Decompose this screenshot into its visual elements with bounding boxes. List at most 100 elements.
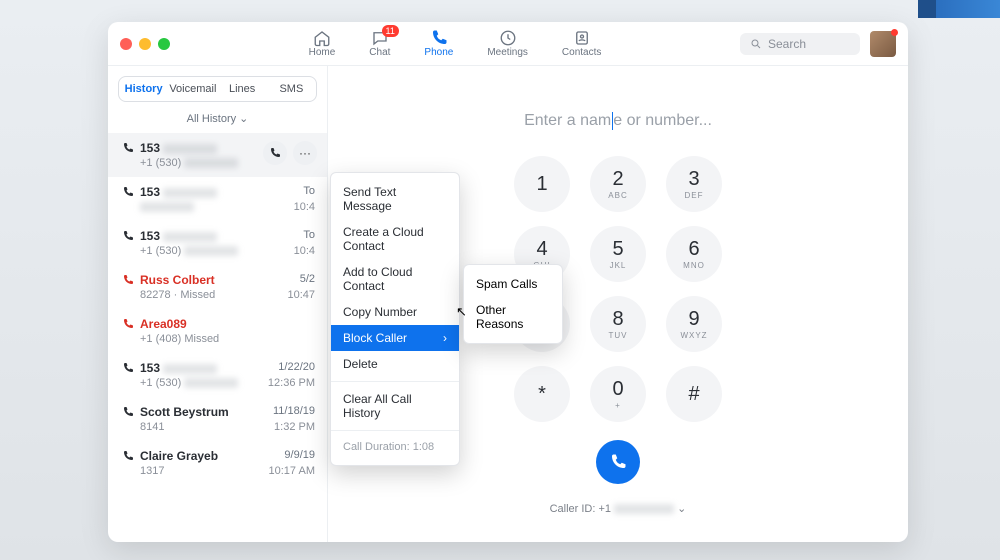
search-input[interactable]: Search [740, 33, 860, 55]
keypad-key-*[interactable]: * [514, 366, 570, 422]
menu-item[interactable]: Copy Number [331, 299, 459, 325]
keypad-key-5[interactable]: 5JKL [590, 226, 646, 282]
call-direction-icon [122, 274, 134, 286]
chat-icon: 11 [371, 29, 389, 47]
titlebar: Home 11 Chat Phone Meetings Contacts [108, 22, 908, 66]
nav-meetings-label: Meetings [487, 47, 528, 58]
call-date: To [303, 229, 315, 241]
call-back-button[interactable] [263, 141, 287, 165]
caller-number [140, 201, 315, 213]
caller-number: +1 (530) [140, 245, 315, 257]
more-options-button[interactable]: ··· [293, 141, 317, 165]
clock-icon [499, 29, 517, 47]
home-icon [313, 29, 331, 47]
keypad-key-9[interactable]: 9WXYZ [666, 296, 722, 352]
call-history-row[interactable]: 153 +1 (530) To 10:4 [108, 221, 327, 265]
window-controls [120, 38, 170, 50]
call-history-row[interactable]: Claire Grayeb13179/9/1910:17 AM [108, 441, 327, 485]
call-direction-icon [122, 406, 134, 418]
tab-lines[interactable]: Lines [218, 77, 267, 101]
context-menu: Send Text MessageCreate a Cloud ContactA… [330, 172, 460, 466]
search-placeholder: Search [768, 37, 806, 51]
chevron-right-icon: › [443, 331, 447, 345]
call-date: 11/18/19 [273, 405, 315, 417]
call-history-row[interactable]: Russ Colbert82278 · Missed5/210:47 [108, 265, 327, 309]
nav-home[interactable]: Home [309, 29, 336, 58]
tab-sms[interactable]: SMS [267, 77, 316, 101]
menu-item[interactable]: Create a Cloud Contact [331, 219, 459, 259]
keypad-key-0[interactable]: 0+ [590, 366, 646, 422]
call-date: 9/9/19 [284, 449, 315, 461]
keypad-key-6[interactable]: 6MNO [666, 226, 722, 282]
submenu-item[interactable]: Other Reasons [464, 297, 562, 337]
profile-avatar[interactable] [870, 31, 896, 57]
call-direction-icon [122, 142, 134, 154]
nav-meetings[interactable]: Meetings [487, 29, 528, 58]
call-time: 12:36 PM [268, 377, 315, 389]
caller-name: Area089 [140, 317, 187, 331]
caller-name: Scott Beystrum [140, 405, 229, 419]
call-time: 10:4 [294, 245, 315, 257]
call-direction-icon [122, 450, 134, 462]
tab-history[interactable]: History [119, 77, 168, 101]
history-filter[interactable]: All History ⌄ [108, 112, 327, 125]
call-time: 10:4 [294, 201, 315, 213]
block-caller-submenu: Spam CallsOther Reasons [463, 264, 563, 344]
menu-item-clear-history[interactable]: Clear All Call History [331, 386, 459, 426]
nav-phone-label: Phone [424, 47, 453, 58]
keypad-key-2[interactable]: 2ABC [590, 156, 646, 212]
caller-name: 153 [140, 141, 217, 155]
call-date: 1/22/20 [278, 361, 315, 373]
top-nav: Home 11 Chat Phone Meetings Contacts [170, 29, 740, 58]
menu-item[interactable]: Block Caller› [331, 325, 459, 351]
caller-name: Russ Colbert [140, 273, 215, 287]
phone-icon [609, 453, 627, 471]
nav-phone[interactable]: Phone [424, 29, 453, 58]
call-duration-label: Call Duration: 1:08 [331, 435, 459, 459]
nav-contacts[interactable]: Contacts [562, 29, 601, 58]
left-panel: History Voicemail Lines SMS All History … [108, 66, 328, 542]
nav-home-label: Home [309, 47, 336, 58]
minimize-window-button[interactable] [139, 38, 151, 50]
caller-name: Claire Grayeb [140, 449, 218, 463]
caller-name: 153 [140, 229, 217, 243]
menu-item[interactable]: Delete [331, 351, 459, 377]
call-time: 1:32 PM [274, 421, 315, 433]
nav-contacts-label: Contacts [562, 47, 601, 58]
call-history-row[interactable]: 153 +1 (530) ··· [108, 133, 327, 177]
tab-voicemail[interactable]: Voicemail [168, 77, 217, 101]
dial-input[interactable]: Enter a name or number... [524, 112, 712, 130]
caller-name: 153 [140, 361, 217, 375]
phone-icon [430, 29, 448, 47]
keypad-key-8[interactable]: 8TUV [590, 296, 646, 352]
call-history-row[interactable]: Scott Beystrum814111/18/191:32 PM [108, 397, 327, 441]
close-window-button[interactable] [120, 38, 132, 50]
call-history-row[interactable]: 153 +1 (530) 1/22/2012:36 PM [108, 353, 327, 397]
call-history-row[interactable]: 153 To 10:4 [108, 177, 327, 221]
keypad-key-#[interactable]: # [666, 366, 722, 422]
caller-id[interactable]: Caller ID: +1 ⌄ [550, 502, 687, 515]
call-history-row[interactable]: Area089 +1 (408) Missed [108, 309, 327, 353]
submenu-item[interactable]: Spam Calls [464, 271, 562, 297]
call-time: 10:17 AM [269, 465, 315, 477]
fullscreen-window-button[interactable] [158, 38, 170, 50]
nav-chat[interactable]: 11 Chat [369, 29, 390, 58]
call-date: 5/2 [300, 273, 315, 285]
keypad-key-1[interactable]: 1 [514, 156, 570, 212]
call-history-list: 153 +1 (530) ···153 To10:4153 +1 (530) T… [108, 133, 327, 542]
menu-item[interactable]: Send Text Message [331, 179, 459, 219]
search-icon [750, 38, 762, 50]
call-direction-icon [122, 230, 134, 242]
call-direction-icon [122, 318, 134, 330]
caller-name: 153 [140, 185, 217, 199]
menu-item[interactable]: Add to Cloud Contact [331, 259, 459, 299]
chat-badge: 11 [382, 25, 399, 37]
caller-number: +1 (408) Missed [140, 333, 315, 345]
call-date: To [303, 185, 315, 197]
contacts-icon [573, 29, 591, 47]
call-button[interactable] [596, 440, 640, 484]
keypad-key-3[interactable]: 3DEF [666, 156, 722, 212]
nav-chat-label: Chat [369, 47, 390, 58]
call-direction-icon [122, 362, 134, 374]
screenshare-thumbnail [918, 0, 1000, 18]
